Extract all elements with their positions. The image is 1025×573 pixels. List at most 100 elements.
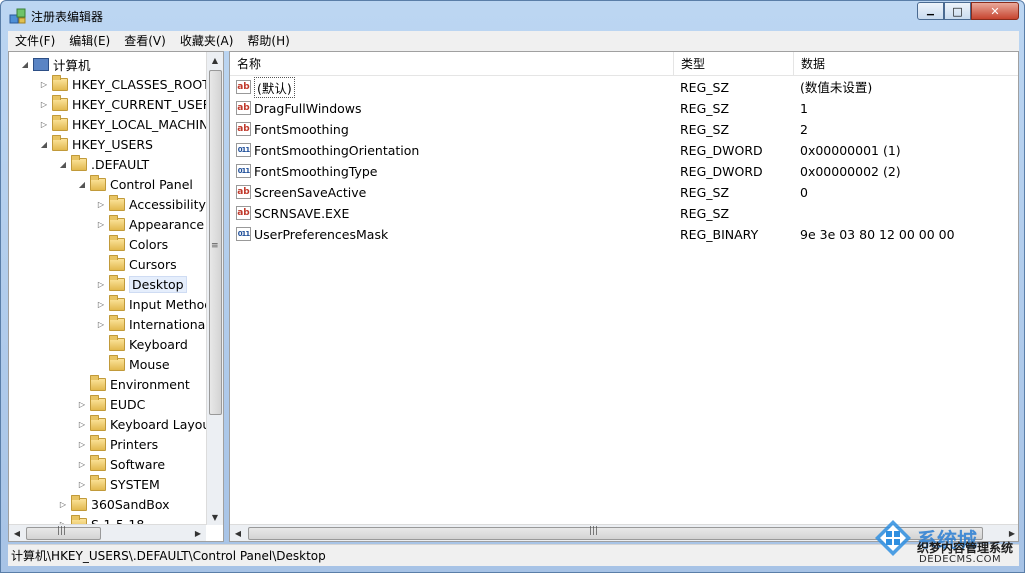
- tree-node[interactable]: ▷ Keyboard Layout: [76, 414, 215, 434]
- tree-node[interactable]: ◢ .DEFAULT: [57, 154, 149, 174]
- tree-node[interactable]: ▷ EUDC: [76, 394, 145, 414]
- grip-icon: |||: [589, 526, 599, 536]
- value-row[interactable]: 011 FontSmoothingType REG_DWORD 0x00000002 …: [230, 161, 1018, 182]
- tree-node[interactable]: Keyboard: [95, 334, 188, 354]
- binary-value-icon: 011: [236, 143, 251, 157]
- value-data: 0x00000001 (1): [800, 143, 901, 158]
- value-row[interactable]: 011 UserPreferencesMask REG_BINARY 9e 3e 03…: [230, 224, 1018, 245]
- value-name: FontSmoothingType: [254, 164, 378, 179]
- expand-arrow-icon[interactable]: ▷: [76, 400, 88, 409]
- menu-favorites[interactable]: 收藏夹(A): [173, 31, 241, 51]
- tree-node[interactable]: ◢ HKEY_USERS: [38, 134, 153, 154]
- expand-arrow-icon[interactable]: ▷: [76, 440, 88, 449]
- close-button[interactable]: ✕: [971, 2, 1019, 20]
- folder-icon: [71, 494, 87, 511]
- folder-icon: [90, 454, 106, 471]
- value-row[interactable]: ab DragFullWindows REG_SZ 1: [230, 98, 1018, 119]
- menu-file[interactable]: 文件(F): [8, 31, 62, 51]
- collapse-arrow-icon[interactable]: ◢: [38, 140, 50, 149]
- value-name: (默认): [254, 77, 295, 98]
- tree-node[interactable]: Colors: [95, 234, 168, 254]
- tree-node[interactable]: ▷ Input Method: [95, 294, 212, 314]
- tree-vertical-scroll-thumb[interactable]: ≡: [209, 70, 222, 415]
- folder-icon: [109, 354, 125, 371]
- tree-node-label: Cursors: [129, 256, 177, 272]
- scroll-up-icon[interactable]: ▲: [207, 52, 223, 68]
- column-header-type[interactable]: 类型: [674, 52, 794, 76]
- expand-arrow-icon[interactable]: ▷: [38, 80, 50, 89]
- scroll-left-icon[interactable]: ◀: [230, 525, 246, 541]
- tree-vertical-scrollbar[interactable]: ▲ ≡ ▼: [206, 52, 223, 525]
- folder-icon: [109, 254, 125, 271]
- folder-icon: [109, 214, 125, 231]
- tree-node[interactable]: ▷ Printers: [76, 434, 158, 454]
- folder-icon: [90, 174, 106, 191]
- scroll-left-icon[interactable]: ◀: [9, 525, 25, 541]
- expand-arrow-icon[interactable]: ▷: [95, 300, 107, 309]
- tree-node[interactable]: Mouse: [95, 354, 170, 374]
- value-name: ScreenSaveActive: [254, 185, 367, 200]
- column-header-name[interactable]: 名称: [230, 52, 674, 76]
- tree-node[interactable]: ▷ HKEY_LOCAL_MACHINE: [38, 114, 216, 134]
- tree-node[interactable]: ▷ SYSTEM: [76, 474, 160, 494]
- menu-edit[interactable]: 编辑(E): [62, 31, 117, 51]
- value-row[interactable]: ab ScreenSaveActive REG_SZ 0: [230, 182, 1018, 203]
- value-name: SCRNSAVE.EXE: [254, 206, 350, 221]
- expand-arrow-icon[interactable]: ▷: [38, 100, 50, 109]
- expand-arrow-icon[interactable]: ▷: [38, 120, 50, 129]
- minimize-button[interactable]: ▁: [917, 2, 944, 20]
- key-tree-pane[interactable]: ◢ 计算机 ▷ HKEY_CLASSES_ROOT ▷ HKEY_CURRENT_USER…: [8, 51, 224, 542]
- value-name: DragFullWindows: [254, 101, 362, 116]
- expand-arrow-icon[interactable]: ▷: [76, 420, 88, 429]
- tree-node[interactable]: Environment: [76, 374, 190, 394]
- tree-node[interactable]: ▷ HKEY_CURRENT_USER: [38, 94, 211, 114]
- tree-node[interactable]: ▷ Desktop: [95, 274, 187, 294]
- current-key-path: 计算机\HKEY_USERS\.DEFAULT\Control Panel\De…: [11, 549, 326, 563]
- tree-node[interactable]: ▷ 360SandBox: [57, 494, 170, 514]
- tree-node[interactable]: ▷ Appearance: [95, 214, 204, 234]
- tree-node[interactable]: ◢ 计算机: [19, 54, 91, 74]
- menu-view[interactable]: 查看(V): [117, 31, 173, 51]
- folder-icon: [71, 154, 87, 171]
- tree-node[interactable]: ▷ HKEY_CLASSES_ROOT: [38, 74, 210, 94]
- string-value-icon: ab: [236, 122, 251, 136]
- tree-horizontal-scrollbar[interactable]: ◀ ||| ▶: [9, 524, 206, 541]
- value-row[interactable]: ab SCRNSAVE.EXE REG_SZ: [230, 203, 1018, 224]
- tree-horizontal-scroll-thumb[interactable]: |||: [26, 526, 101, 540]
- tree-node-label: EUDC: [110, 396, 146, 412]
- expand-arrow-icon[interactable]: ▷: [57, 500, 69, 509]
- collapse-arrow-icon[interactable]: ◢: [19, 60, 31, 69]
- binary-value-icon: 011: [236, 227, 251, 241]
- expand-arrow-icon[interactable]: ▷: [76, 460, 88, 469]
- menu-help[interactable]: 帮助(H): [240, 31, 296, 51]
- tree-node-label: Mouse: [129, 356, 170, 372]
- tree-node[interactable]: Cursors: [95, 254, 177, 274]
- tree-node[interactable]: ◢ Control Panel: [76, 174, 193, 194]
- maximize-button[interactable]: □: [944, 2, 971, 20]
- expand-arrow-icon[interactable]: ▷: [76, 480, 88, 489]
- folder-icon: [109, 194, 125, 211]
- value-row[interactable]: 011 FontSmoothingOrientation REG_DWORD 0x00…: [230, 140, 1018, 161]
- value-row[interactable]: ab (默认) REG_SZ (数值未设置): [230, 77, 1018, 98]
- scroll-down-icon[interactable]: ▼: [207, 509, 223, 525]
- values-list-pane[interactable]: 名称 类型 数据 ab (默认) REG_SZ (数值未设置) ab DragFullWi…: [229, 51, 1019, 542]
- column-header-data[interactable]: 数据: [794, 52, 1018, 76]
- tree-node-label: Colors: [129, 236, 169, 252]
- title-bar[interactable]: 注册表编辑器 ▁ □ ✕: [1, 1, 1024, 31]
- tree-node-label: 360SandBox: [91, 496, 170, 512]
- scroll-right-icon[interactable]: ▶: [190, 525, 206, 541]
- expand-arrow-icon[interactable]: ▷: [95, 200, 107, 209]
- tree-node[interactable]: ▷ Accessibility: [95, 194, 206, 214]
- tree-node[interactable]: ▷ International: [95, 314, 209, 334]
- value-row[interactable]: ab FontSmoothing REG_SZ 2: [230, 119, 1018, 140]
- expand-arrow-icon[interactable]: ▷: [95, 280, 107, 289]
- expand-arrow-icon[interactable]: ▷: [95, 320, 107, 329]
- collapse-arrow-icon[interactable]: ◢: [76, 180, 88, 189]
- grip-icon: ≡: [211, 241, 219, 251]
- tree-node[interactable]: ▷ Software: [76, 454, 165, 474]
- string-value-icon: ab: [236, 101, 251, 115]
- collapse-arrow-icon[interactable]: ◢: [57, 160, 69, 169]
- expand-arrow-icon[interactable]: ▷: [95, 220, 107, 229]
- tree-node-label: Software: [110, 456, 166, 472]
- value-type: REG_SZ: [680, 122, 730, 137]
